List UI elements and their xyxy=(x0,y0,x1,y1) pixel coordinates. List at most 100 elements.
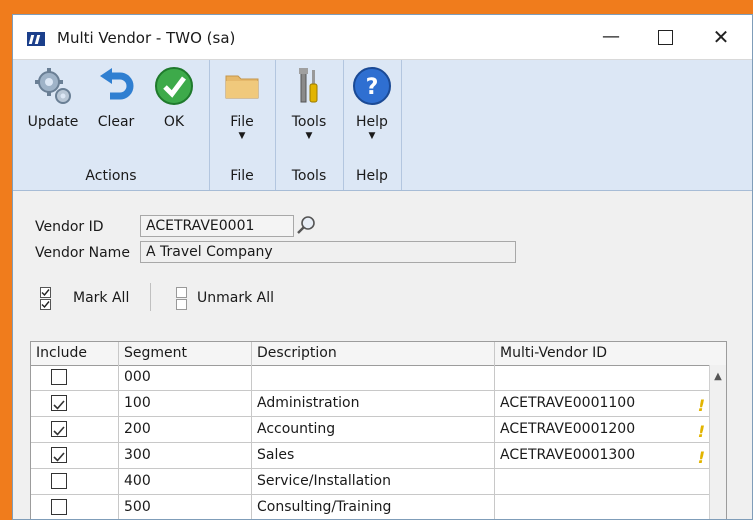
segment-cell: 200 xyxy=(119,417,252,442)
multi-vendor-id-value: ACETRAVE0001100 xyxy=(500,395,636,411)
include-cell[interactable] xyxy=(31,417,119,442)
segment-cell: 500 xyxy=(119,495,252,519)
segment-cell: 100 xyxy=(119,391,252,416)
include-checkbox[interactable] xyxy=(51,473,67,489)
ribbon-group-tools: Tools ▼ Tools xyxy=(275,60,344,190)
column-header-multi-vendor-id[interactable]: Multi-Vendor ID xyxy=(495,342,726,365)
grid-header: Include Segment Description Multi-Vendor… xyxy=(31,342,726,366)
window-title: Multi Vendor - TWO (sa) xyxy=(57,29,236,47)
multi-vendor-id-cell[interactable] xyxy=(495,469,711,494)
warning-icon[interactable]: ! xyxy=(698,393,705,418)
include-checkbox[interactable] xyxy=(51,499,67,515)
include-cell[interactable] xyxy=(31,469,119,494)
unmark-all-label: Unmark All xyxy=(197,290,275,306)
segment-cell: 300 xyxy=(119,443,252,468)
include-checkbox[interactable] xyxy=(51,447,67,463)
table-row[interactable]: 000 xyxy=(31,365,711,391)
multi-vendor-id-cell[interactable] xyxy=(495,365,711,390)
checkbox-empty-icon xyxy=(176,287,187,298)
multi-vendor-id-value: ACETRAVE0001200 xyxy=(500,421,636,437)
check-icon xyxy=(154,66,194,106)
checkbox-checked-icon xyxy=(40,287,51,298)
ok-label: OK xyxy=(163,114,185,130)
warning-icon[interactable]: ! xyxy=(698,445,705,470)
include-checkbox[interactable] xyxy=(51,369,67,385)
column-header-description[interactable]: Description xyxy=(252,342,495,365)
column-header-segment[interactable]: Segment xyxy=(119,342,252,365)
multi-vendor-id-cell[interactable]: ACETRAVE0001200! xyxy=(495,417,711,442)
chevron-down-icon: ▼ xyxy=(305,131,313,141)
include-cell[interactable] xyxy=(31,365,119,390)
multi-vendor-window: Multi Vendor - TWO (sa) — ✕ Update Clear… xyxy=(12,14,753,520)
close-button[interactable]: ✕ xyxy=(698,21,744,53)
svg-text:?: ? xyxy=(366,75,379,100)
vendor-id-label: Vendor ID xyxy=(35,219,104,235)
checkmark-icon xyxy=(53,426,65,436)
divider xyxy=(150,283,151,311)
vendor-id-field[interactable]: ACETRAVE0001 xyxy=(140,215,294,237)
checkbox-empty-icon xyxy=(176,299,187,310)
help-icon: ? xyxy=(352,66,392,106)
vertical-scrollbar[interactable]: ▲ xyxy=(709,365,726,519)
minimize-button[interactable]: — xyxy=(588,21,634,53)
description-cell xyxy=(252,365,495,390)
checkmark-icon xyxy=(53,452,65,462)
table-row[interactable]: 100 Administration ACETRAVE0001100! xyxy=(31,391,711,417)
vendor-name-label: Vendor Name xyxy=(35,245,130,261)
table-row[interactable]: 300 Sales ACETRAVE0001300! xyxy=(31,443,711,469)
tools-button[interactable]: Tools ▼ xyxy=(284,66,334,142)
update-label: Update xyxy=(27,114,79,130)
ribbon: Update Clear OK Actions File ▼ File Tool… xyxy=(13,60,752,191)
chevron-down-icon: ▼ xyxy=(368,131,376,141)
include-checkbox[interactable] xyxy=(51,395,67,411)
segment-grid: Include Segment Description Multi-Vendor… xyxy=(30,341,727,519)
include-cell[interactable] xyxy=(31,443,119,468)
vendor-name-field: A Travel Company xyxy=(140,241,516,263)
magnifier-icon xyxy=(297,216,315,234)
tools-label: Tools xyxy=(291,114,327,130)
description-cell: Sales xyxy=(252,443,495,468)
multi-vendor-id-cell[interactable] xyxy=(495,495,711,519)
checkmark-icon xyxy=(53,400,65,410)
group-label-file: File xyxy=(230,168,254,184)
segment-cell: 000 xyxy=(119,365,252,390)
description-cell: Accounting xyxy=(252,417,495,442)
multi-vendor-id-value: ACETRAVE0001300 xyxy=(500,447,636,463)
file-button[interactable]: File ▼ xyxy=(217,66,267,142)
scroll-up-icon[interactable]: ▲ xyxy=(710,371,726,382)
clear-button[interactable]: Clear xyxy=(91,66,141,130)
file-label: File xyxy=(230,114,254,130)
table-row[interactable]: 200 Accounting ACETRAVE0001200! xyxy=(31,417,711,443)
tools-icon xyxy=(289,66,329,106)
include-checkbox[interactable] xyxy=(51,421,67,437)
maximize-button[interactable] xyxy=(642,21,688,53)
include-cell[interactable] xyxy=(31,495,119,519)
title-bar: Multi Vendor - TWO (sa) — ✕ xyxy=(13,15,752,60)
gear-icon xyxy=(33,66,73,106)
multi-vendor-id-cell[interactable]: ACETRAVE0001100! xyxy=(495,391,711,416)
table-row[interactable]: 400 Service/Installation xyxy=(31,469,711,495)
undo-icon xyxy=(96,66,136,106)
include-cell[interactable] xyxy=(31,391,119,416)
lookup-button[interactable] xyxy=(295,215,317,237)
ribbon-group-help: ? Help ▼ Help xyxy=(343,60,402,190)
help-label: Help xyxy=(356,114,388,130)
multi-vendor-id-cell[interactable]: ACETRAVE0001300! xyxy=(495,443,711,468)
ribbon-group-file: File ▼ File xyxy=(209,60,276,190)
group-label-help: Help xyxy=(356,168,388,184)
ribbon-group-actions: Update Clear OK Actions xyxy=(13,60,210,190)
app-icon xyxy=(27,32,45,46)
checkbox-checked-icon xyxy=(40,299,51,310)
table-row[interactable]: 500 Consulting/Training xyxy=(31,495,711,519)
segment-cell: 400 xyxy=(119,469,252,494)
group-label-tools: Tools xyxy=(291,168,327,184)
description-cell: Administration xyxy=(252,391,495,416)
chevron-down-icon: ▼ xyxy=(238,131,246,141)
warning-icon[interactable]: ! xyxy=(698,419,705,444)
clear-label: Clear xyxy=(97,114,135,130)
column-header-include[interactable]: Include xyxy=(31,342,119,365)
ok-button[interactable]: OK xyxy=(149,66,199,130)
description-cell: Service/Installation xyxy=(252,469,495,494)
update-button[interactable]: Update xyxy=(25,66,81,130)
help-button[interactable]: ? Help ▼ xyxy=(347,66,397,142)
